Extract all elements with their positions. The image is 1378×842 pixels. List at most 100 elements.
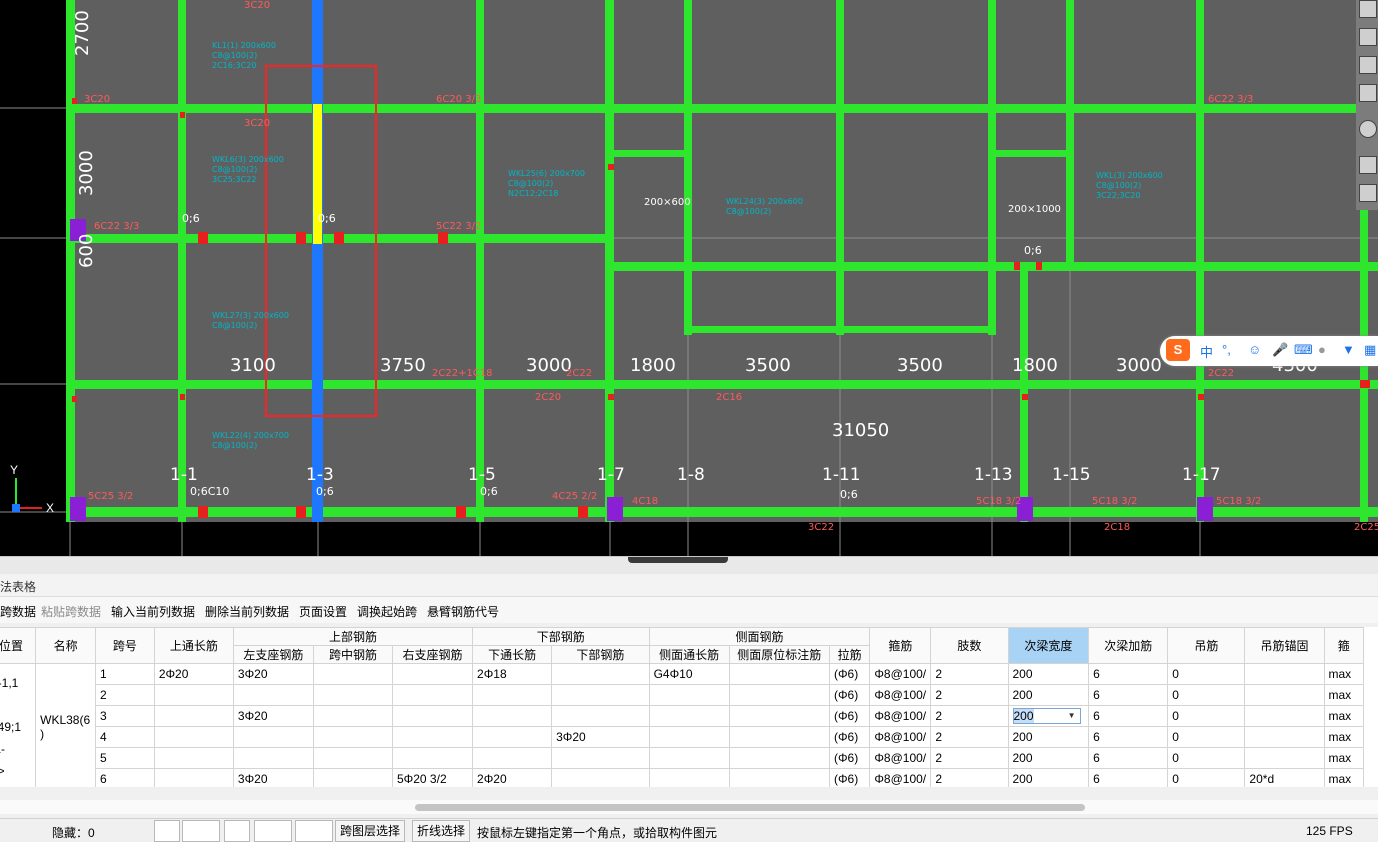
cell-tie[interactable]: (Φ6) — [828, 768, 871, 787]
layer-icon[interactable] — [1359, 156, 1377, 174]
cell-bot-through[interactable] — [472, 684, 553, 706]
cell-sub-add[interactable]: 6 — [1088, 747, 1169, 769]
mic-icon[interactable]: 🎤 — [1272, 342, 1288, 358]
cell-anchor[interactable] — [1244, 684, 1325, 706]
paste-span-data-button[interactable]: 粘贴跨数据 — [41, 603, 101, 620]
cell-hanger[interactable]: 0 — [1167, 705, 1246, 727]
cell-sub-width[interactable]: 200 — [1007, 768, 1090, 787]
cell-stirrup[interactable]: Φ8@100/ — [869, 747, 932, 769]
cell-hanger[interactable]: 0 — [1167, 684, 1246, 706]
table-row[interactable]: 2 (Φ6) Φ8@100/2 200 6 0 max — [0, 684, 1364, 706]
header-bottom-through[interactable]: 下通长筋 — [472, 645, 553, 664]
cell-mid[interactable] — [312, 747, 394, 769]
cell-legs[interactable]: 2 — [930, 705, 1009, 727]
user-icon[interactable]: ● — [1318, 342, 1326, 357]
header-hanger-anchor[interactable]: 吊筋锚固 — [1244, 627, 1325, 664]
cell-mid[interactable] — [312, 663, 394, 685]
offset-icon[interactable] — [295, 820, 333, 842]
cell-bot[interactable] — [551, 747, 650, 769]
header-tie[interactable]: 拉筋 — [828, 645, 871, 664]
grid-toggle-icon[interactable] — [1359, 184, 1377, 202]
cell-bot-through[interactable] — [472, 726, 553, 748]
cell-side-through[interactable] — [648, 747, 730, 769]
header-legs[interactable]: 肢数 — [930, 627, 1009, 664]
sogou-logo-icon[interactable]: S — [1166, 339, 1190, 361]
cell-more[interactable]: max — [1323, 747, 1364, 769]
cell-sub-width[interactable]: 200 — [1007, 747, 1090, 769]
delete-column-data-button[interactable]: 删除当前列数据 — [205, 603, 289, 620]
cell-stirrup[interactable]: Φ8@100/ — [869, 768, 932, 787]
swap-start-span-button[interactable]: 调换起始跨 — [357, 603, 417, 620]
cell-anchor[interactable]: 20*d — [1244, 768, 1325, 787]
header-hanger[interactable]: 吊筋 — [1167, 627, 1246, 664]
cell-side-mark[interactable] — [728, 747, 830, 769]
header-bottom[interactable]: 下部钢筋 — [551, 645, 650, 664]
cell-bot[interactable] — [551, 768, 650, 787]
cell-span[interactable]: 5 — [95, 747, 155, 769]
cell-right[interactable] — [391, 663, 474, 685]
cell-more[interactable]: max — [1323, 726, 1364, 748]
smile-icon[interactable]: ☺ — [1248, 342, 1261, 357]
cell-legs[interactable]: 2 — [930, 768, 1009, 787]
cell-legs[interactable]: 2 — [930, 747, 1009, 769]
cell-span[interactable]: 6 — [95, 768, 155, 787]
snap-icon[interactable] — [182, 820, 220, 842]
cell-left[interactable] — [232, 726, 314, 748]
cell-bot-through[interactable]: 2Φ20 — [472, 768, 553, 787]
keyboard-icon[interactable]: ⌨ — [1294, 342, 1313, 358]
position-cell[interactable]: 3-1,1 549;1 ,1- 0> — [0, 663, 37, 787]
cantilever-code-button[interactable]: 悬臂钢筋代号 — [427, 603, 499, 620]
cell-span[interactable]: 3 — [95, 705, 155, 727]
name-cell[interactable]: WKL38(6) — [35, 663, 97, 787]
header-left-support[interactable]: 左支座钢筋 — [232, 645, 314, 664]
cell-legs[interactable]: 2 — [930, 663, 1009, 685]
cell-sub-add[interactable]: 6 — [1088, 726, 1169, 748]
cell-bot[interactable] — [551, 663, 650, 685]
cad-drawing-canvas[interactable]: 2700 3000 600 3100 3750 3000 1800 3500 3500… — [0, 0, 1378, 556]
hscroll-thumb[interactable] — [415, 804, 1085, 811]
cell-bot[interactable] — [551, 684, 650, 706]
table-hscrollbar[interactable] — [0, 800, 1378, 814]
header-top-through[interactable]: 上通长筋 — [153, 627, 234, 664]
cross-layer-select-button[interactable]: 跨图层选择 — [335, 820, 406, 842]
ime-toolbar[interactable]: S 中 °, ☺ 🎤 ⌨ ● ▼ ▦ — [1160, 336, 1378, 366]
rotate-icon[interactable] — [1359, 120, 1377, 138]
table-row[interactable]: 6 3Φ20 5Φ20 3/2 2Φ20 (Φ6) Φ8@100/2 200 6 0 20*d ma… — [0, 768, 1364, 787]
header-position[interactable]: 位置 — [0, 627, 37, 664]
ortho-icon[interactable] — [154, 820, 180, 842]
cell-bot-through[interactable] — [472, 705, 553, 727]
cell-hanger[interactable]: 0 — [1167, 768, 1246, 787]
cell-bot-through[interactable]: 2Φ18 — [472, 663, 553, 685]
cell-sub-width[interactable]: 200 — [1007, 663, 1090, 685]
cell-top-through[interactable]: 2Φ20 — [153, 663, 234, 685]
cell-top-through[interactable] — [153, 684, 234, 706]
cell-side-mark[interactable] — [728, 705, 830, 727]
sub-width-editor[interactable]: 200 ▼ — [1012, 708, 1081, 724]
grid-icon[interactable]: ▦ — [1364, 342, 1376, 358]
cell-tie[interactable]: (Φ6) — [828, 726, 871, 748]
copy-span-data-button[interactable]: 跨数据 — [0, 603, 36, 620]
cell-left[interactable] — [232, 684, 314, 706]
cell-anchor[interactable] — [1244, 705, 1325, 727]
header-more[interactable]: 箍 — [1323, 627, 1364, 664]
cell-top-through[interactable] — [153, 705, 234, 727]
cell-top-through[interactable] — [153, 747, 234, 769]
cell-side-mark[interactable] — [728, 684, 830, 706]
cell-span[interactable]: 1 — [95, 663, 155, 685]
header-name[interactable]: 名称 — [35, 627, 97, 664]
cell-side-mark[interactable] — [728, 663, 830, 685]
cell-stirrup[interactable]: Φ8@100/ — [869, 684, 932, 706]
cell-sub-add[interactable]: 6 — [1088, 768, 1169, 787]
cell-more[interactable]: max — [1323, 684, 1364, 706]
header-side-through[interactable]: 侧面通长筋 — [648, 645, 730, 664]
cell-hanger[interactable]: 0 — [1167, 726, 1246, 748]
cell-more[interactable]: max — [1323, 663, 1364, 685]
cell-bot[interactable]: 3Φ20 — [551, 726, 650, 748]
header-stirrup[interactable]: 箍筋 — [869, 627, 932, 664]
cell-legs[interactable]: 2 — [930, 684, 1009, 706]
ime-chinese-toggle[interactable]: 中 — [1200, 342, 1213, 361]
cell-hanger[interactable]: 0 — [1167, 747, 1246, 769]
cell-left[interactable]: 3Φ20 — [232, 663, 314, 685]
shirt-icon[interactable]: ▼ — [1342, 342, 1355, 357]
header-sub-width[interactable]: 次梁宽度 — [1007, 627, 1090, 664]
